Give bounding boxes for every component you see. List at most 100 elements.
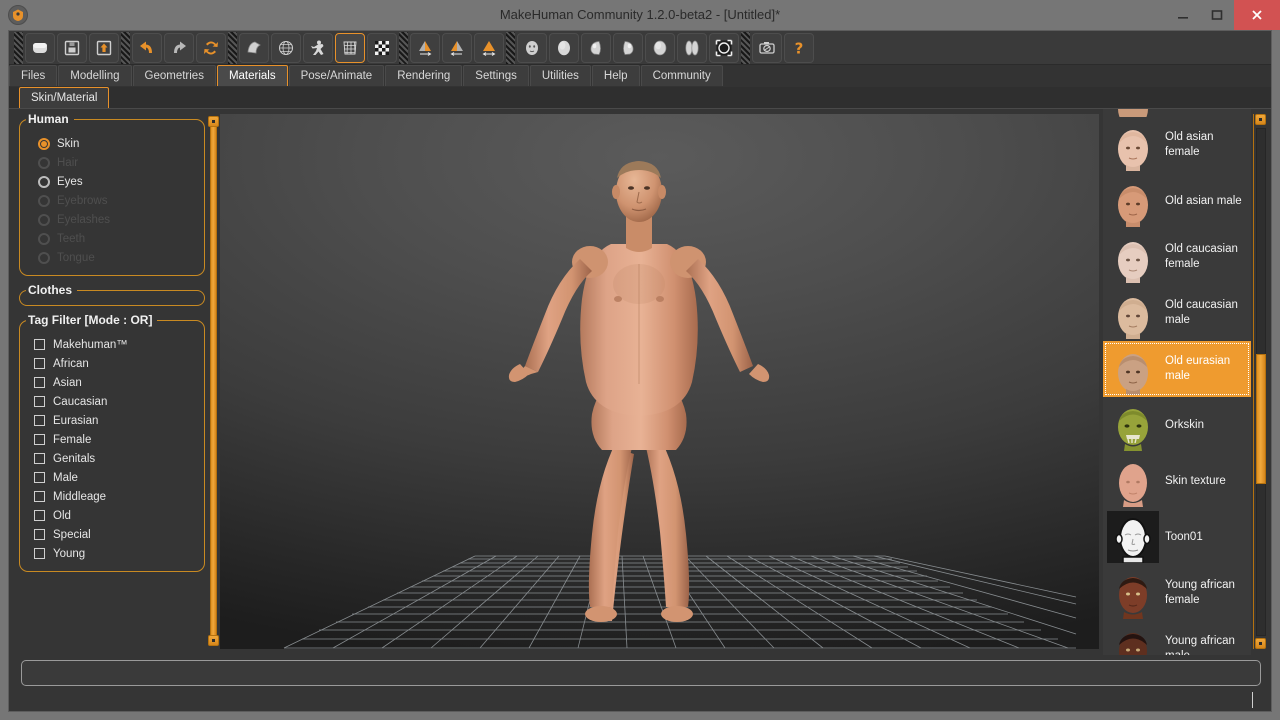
checkbox-old[interactable]: Old xyxy=(26,506,198,525)
left-panel-splitter[interactable] xyxy=(208,114,220,648)
main-tab-bar: Files Modelling Geometries Materials Pos… xyxy=(9,65,1271,87)
minimize-icon[interactable] xyxy=(1166,0,1200,30)
list-item[interactable]: Young african male xyxy=(1103,621,1251,655)
scrollbar-handle-top[interactable] xyxy=(1255,114,1266,125)
clothes-group: Clothes xyxy=(19,283,205,306)
radio-indicator-icon xyxy=(38,137,50,150)
back-view-icon[interactable] xyxy=(549,32,579,63)
tab-pose-animate[interactable]: Pose/Animate xyxy=(288,65,385,86)
checkbox-eurasian[interactable]: Eurasian xyxy=(26,411,198,430)
list-item[interactable]: Old caucasian female xyxy=(1103,229,1251,285)
wireframe-icon[interactable] xyxy=(271,32,301,63)
checkbox-makehuman[interactable]: Makehuman™ xyxy=(26,335,198,354)
reset-mesh-icon[interactable] xyxy=(196,32,226,63)
checkbox-icon xyxy=(34,529,45,540)
symmetry-left-icon[interactable] xyxy=(442,32,472,63)
content-area: Human Skin Hair Eyes Eyebrows Eyelashes … xyxy=(9,109,1271,711)
left-view-icon[interactable] xyxy=(581,32,611,63)
checkbox-female[interactable]: Female xyxy=(26,430,198,449)
radio-eyes[interactable]: Eyes xyxy=(26,172,198,191)
makehuman-window: MakeHuman Community 1.2.0-beta2 - [Untit… xyxy=(0,0,1280,720)
help-icon[interactable]: ? xyxy=(784,32,814,63)
tab-materials[interactable]: Materials xyxy=(216,65,288,86)
subtab-skin-material[interactable]: Skin/Material xyxy=(19,87,110,108)
radio-skin[interactable]: Skin xyxy=(26,134,198,153)
radio-indicator-icon xyxy=(38,194,50,207)
splitter-handle-bottom[interactable] xyxy=(208,635,219,646)
smooth-icon[interactable] xyxy=(239,32,269,63)
3d-viewport[interactable] xyxy=(220,114,1099,649)
checkbox-old-label: Old xyxy=(53,509,71,522)
checkbox-icon xyxy=(34,510,45,521)
material-thumbnail xyxy=(1107,109,1159,117)
checkbox-icon xyxy=(34,472,45,483)
front-view-icon[interactable] xyxy=(517,32,547,63)
checkbox-middleage[interactable]: Middleage xyxy=(26,487,198,506)
checkbox-young[interactable]: Young xyxy=(26,544,198,563)
list-item[interactable]: Skin texture xyxy=(1103,453,1251,509)
toolbar-separator xyxy=(228,31,237,64)
pose-icon[interactable] xyxy=(303,32,333,63)
checkbox-male[interactable]: Male xyxy=(26,468,198,487)
tab-settings[interactable]: Settings xyxy=(463,65,529,86)
checkbox-female-label: Female xyxy=(53,433,92,446)
right-view-icon[interactable] xyxy=(613,32,643,63)
list-item[interactable]: Old asian female xyxy=(1103,117,1251,173)
tab-rendering[interactable]: Rendering xyxy=(385,65,463,86)
radio-indicator-icon xyxy=(38,232,50,245)
scrollbar-thumb[interactable] xyxy=(1256,354,1266,484)
checkbox-icon xyxy=(34,377,45,388)
top-view-icon[interactable] xyxy=(645,32,675,63)
material-list-panel[interactable]: Old asian female Old asian male Old cauc… xyxy=(1103,109,1251,655)
material-label: Old caucasian male xyxy=(1165,299,1238,326)
tab-modelling[interactable]: Modelling xyxy=(58,65,132,86)
svg-text:?: ? xyxy=(795,39,804,57)
material-label: Orkskin xyxy=(1165,418,1204,431)
material-thumbnail xyxy=(1107,511,1159,563)
tab-help[interactable]: Help xyxy=(591,65,640,86)
list-item[interactable]: Young african female xyxy=(1103,565,1251,621)
material-list-scrollbar[interactable] xyxy=(1253,114,1267,649)
list-item[interactable]: Old caucasian male xyxy=(1103,285,1251,341)
toolbar-separator xyxy=(121,31,130,64)
scrollbar-handle-bottom[interactable] xyxy=(1255,638,1266,649)
grid-icon[interactable] xyxy=(335,32,365,63)
grab-screen-icon[interactable] xyxy=(752,32,782,63)
checkbox-caucasian[interactable]: Caucasian xyxy=(26,392,198,411)
reset-camera-icon[interactable] xyxy=(709,32,739,63)
bottom-padding xyxy=(9,687,1271,711)
save-icon[interactable] xyxy=(57,32,87,63)
tab-files[interactable]: Files xyxy=(9,65,58,86)
checkbox-african[interactable]: African xyxy=(26,354,198,373)
undo-icon[interactable] xyxy=(132,32,162,63)
background-icon[interactable] xyxy=(367,32,397,63)
list-item[interactable]: Toon01 xyxy=(1103,509,1251,565)
tab-community[interactable]: Community xyxy=(640,65,723,86)
radio-tongue-label: Tongue xyxy=(57,251,95,264)
symmetry-both-icon[interactable] xyxy=(474,32,504,63)
checkbox-icon xyxy=(34,358,45,369)
checkbox-asian[interactable]: Asian xyxy=(26,373,198,392)
tab-geometries[interactable]: Geometries xyxy=(132,65,216,86)
material-thumbnail xyxy=(1107,287,1159,339)
tab-utilities[interactable]: Utilities xyxy=(529,65,591,86)
load-icon[interactable] xyxy=(89,32,119,63)
title-bar: MakeHuman Community 1.2.0-beta2 - [Untit… xyxy=(0,0,1280,30)
list-item-selected[interactable]: Old eurasian male xyxy=(1103,341,1251,397)
checkbox-special[interactable]: Special xyxy=(26,525,198,544)
maximize-icon[interactable] xyxy=(1200,0,1234,30)
bottom-view-icon[interactable] xyxy=(677,32,707,63)
close-icon[interactable] xyxy=(1234,0,1280,30)
makehuman-logo-icon xyxy=(8,5,28,25)
radio-indicator-icon xyxy=(38,213,50,226)
redo-icon[interactable] xyxy=(164,32,194,63)
toolbar-group-symmetry xyxy=(409,32,505,63)
list-item[interactable]: Old asian male xyxy=(1103,173,1251,229)
splitter-handle-top[interactable] xyxy=(208,116,219,127)
list-item[interactable]: Orkskin xyxy=(1103,397,1251,453)
list-item[interactable] xyxy=(1103,109,1251,117)
checkbox-genitals[interactable]: Genitals xyxy=(26,449,198,468)
new-file-icon[interactable] xyxy=(25,32,55,63)
symmetry-right-icon[interactable] xyxy=(410,32,440,63)
splitter-bar[interactable] xyxy=(210,126,217,636)
